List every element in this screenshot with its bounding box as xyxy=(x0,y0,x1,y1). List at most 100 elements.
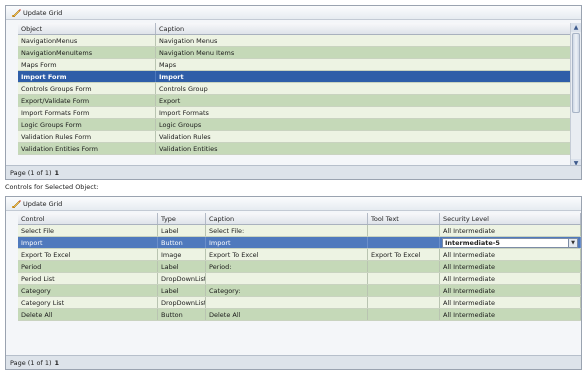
pager-page-link[interactable]: 1 xyxy=(55,359,60,367)
cell-control: Category List xyxy=(18,297,158,308)
cell-tooltext xyxy=(368,273,440,284)
pager-page-link[interactable]: 1 xyxy=(55,169,60,177)
cell-caption: Import Formats xyxy=(156,107,581,118)
column-header-caption[interactable]: Caption xyxy=(156,23,581,34)
table-row[interactable]: Import Form Import xyxy=(18,71,581,83)
objects-grid: Object Caption NavigationMenus Navigation… xyxy=(18,23,581,168)
table-row[interactable]: Period Label Period: All Intermediate xyxy=(18,261,581,273)
cell-control: Category xyxy=(18,285,158,296)
table-row[interactable]: NavigationMenus Navigation Menus xyxy=(18,35,581,47)
update-grid-label: Update Grid xyxy=(23,199,63,208)
column-header-control[interactable]: Control xyxy=(18,213,158,224)
update-grid-button[interactable]: Update Grid xyxy=(11,199,62,209)
controls-pager: Page (1 of 1) 1 xyxy=(6,355,581,369)
table-row[interactable]: Validation Entities Form Validation Entit… xyxy=(18,143,581,155)
cell-control: Import xyxy=(18,237,158,248)
cell-type: Button xyxy=(158,237,206,248)
pencil-icon xyxy=(12,199,21,208)
column-header-object[interactable]: Object xyxy=(18,23,156,34)
cell-caption: Delete All xyxy=(206,309,368,320)
pager-text: Page (1 of 1) xyxy=(10,359,52,367)
column-header-caption[interactable]: Caption xyxy=(206,213,368,224)
table-row[interactable]: Logic Groups Form Logic Groups xyxy=(18,119,581,131)
cell-tooltext xyxy=(368,285,440,296)
cell-type: DropDownList xyxy=(158,297,206,308)
column-header-tool-text[interactable]: Tool Text xyxy=(368,213,440,224)
cell-object: NavigationMenuItems xyxy=(18,47,156,58)
cell-type: DropDownList xyxy=(158,273,206,284)
objects-panel: Update Grid Object Caption NavigationMen… xyxy=(5,5,582,180)
cell-caption: Navigation Menus xyxy=(156,35,581,46)
cell-type: Label xyxy=(158,285,206,296)
table-row[interactable]: Maps Form Maps xyxy=(18,59,581,71)
cell-type: Button xyxy=(158,309,206,320)
cell-object: Maps Form xyxy=(18,59,156,70)
cell-caption: Navigation Menu Items xyxy=(156,47,581,58)
cell-caption: Import xyxy=(206,237,368,248)
cell-security: All Intermediate xyxy=(440,249,581,260)
cell-security: All Intermediate xyxy=(440,309,581,320)
cell-type: Image xyxy=(158,249,206,260)
controls-toolbar: Update Grid xyxy=(6,197,581,211)
table-row[interactable]: Delete All Button Delete All All Intermedia… xyxy=(18,309,581,321)
cell-tooltext xyxy=(368,297,440,308)
table-row[interactable]: Export To Excel Image Export To Excel Expor… xyxy=(18,249,581,261)
table-row[interactable]: Import Formats Form Import Formats xyxy=(18,107,581,119)
cell-tooltext xyxy=(368,237,440,248)
cell-caption: Logic Groups xyxy=(156,119,581,130)
cell-type: Label xyxy=(158,261,206,272)
table-row[interactable]: NavigationMenuItems Navigation Menu Items xyxy=(18,47,581,59)
table-row[interactable]: Category List DropDownList All Intermediat… xyxy=(18,297,581,309)
cell-object: Logic Groups Form xyxy=(18,119,156,130)
cell-caption: Export xyxy=(156,95,581,106)
table-row[interactable]: Category Label Category: All Intermediate xyxy=(18,285,581,297)
cell-security: Intermediate-5 ▼ xyxy=(440,237,581,248)
cell-control: Select File xyxy=(18,225,158,236)
update-grid-label: Update Grid xyxy=(23,8,63,17)
cell-caption xyxy=(206,297,368,308)
update-grid-button[interactable]: Update Grid xyxy=(11,8,62,18)
objects-toolbar: Update Grid xyxy=(6,6,581,20)
cell-object: Validation Entities Form xyxy=(18,143,156,154)
controls-grid-header: Control Type Caption Tool Text Security … xyxy=(18,213,581,225)
controls-grid: Control Type Caption Tool Text Security … xyxy=(18,213,581,344)
table-row[interactable]: Export/Validate Form Export xyxy=(18,95,581,107)
cell-caption: Category: xyxy=(206,285,368,296)
chevron-down-icon[interactable]: ▼ xyxy=(568,239,577,247)
cell-control: Delete All xyxy=(18,309,158,320)
arrow-up-icon[interactable]: ▲ xyxy=(571,23,581,32)
cell-caption: Maps xyxy=(156,59,581,70)
cell-tooltext: Export To Excel xyxy=(368,249,440,260)
security-level-select[interactable]: Intermediate-5 ▼ xyxy=(442,238,578,248)
cell-control: Export To Excel xyxy=(18,249,158,260)
section-label: Controls for Selected Object: xyxy=(5,183,99,191)
cell-tooltext xyxy=(368,225,440,236)
scrollbar-thumb[interactable] xyxy=(572,33,580,113)
table-row[interactable]: Select File Label Select File: All Intermed… xyxy=(18,225,581,237)
cell-security: All Intermediate xyxy=(440,261,581,272)
controls-panel: Update Grid Control Type Caption Tool Te… xyxy=(5,196,582,370)
table-row[interactable]: Validation Rules Form Validation Rules xyxy=(18,131,581,143)
cell-object: Validation Rules Form xyxy=(18,131,156,142)
cell-caption: Import xyxy=(156,71,581,82)
table-row[interactable]: Import Button Import Intermediate-5 ▼ xyxy=(18,237,581,249)
cell-security: All Intermediate xyxy=(440,225,581,236)
cell-control: Period List xyxy=(18,273,158,284)
table-row[interactable]: Period List DropDownList All Intermediate xyxy=(18,273,581,285)
cell-security: All Intermediate xyxy=(440,297,581,308)
column-header-type[interactable]: Type xyxy=(158,213,206,224)
cell-object: Import Formats Form xyxy=(18,107,156,118)
objects-pager: Page (1 of 1) 1 xyxy=(6,165,581,179)
objects-scrollbar[interactable]: ▲ ▼ xyxy=(570,23,581,168)
cell-object: Import Form xyxy=(18,71,156,82)
cell-caption xyxy=(206,273,368,284)
cell-tooltext xyxy=(368,309,440,320)
column-header-security-level[interactable]: Security Level xyxy=(440,213,581,224)
security-level-value: Intermediate-5 xyxy=(445,239,500,247)
cell-control: Period xyxy=(18,261,158,272)
objects-grid-header: Object Caption xyxy=(18,23,581,35)
cell-caption: Select File: xyxy=(206,225,368,236)
pencil-icon xyxy=(12,8,21,17)
cell-object: Controls Groups Form xyxy=(18,83,156,94)
table-row[interactable]: Controls Groups Form Controls Group xyxy=(18,83,581,95)
